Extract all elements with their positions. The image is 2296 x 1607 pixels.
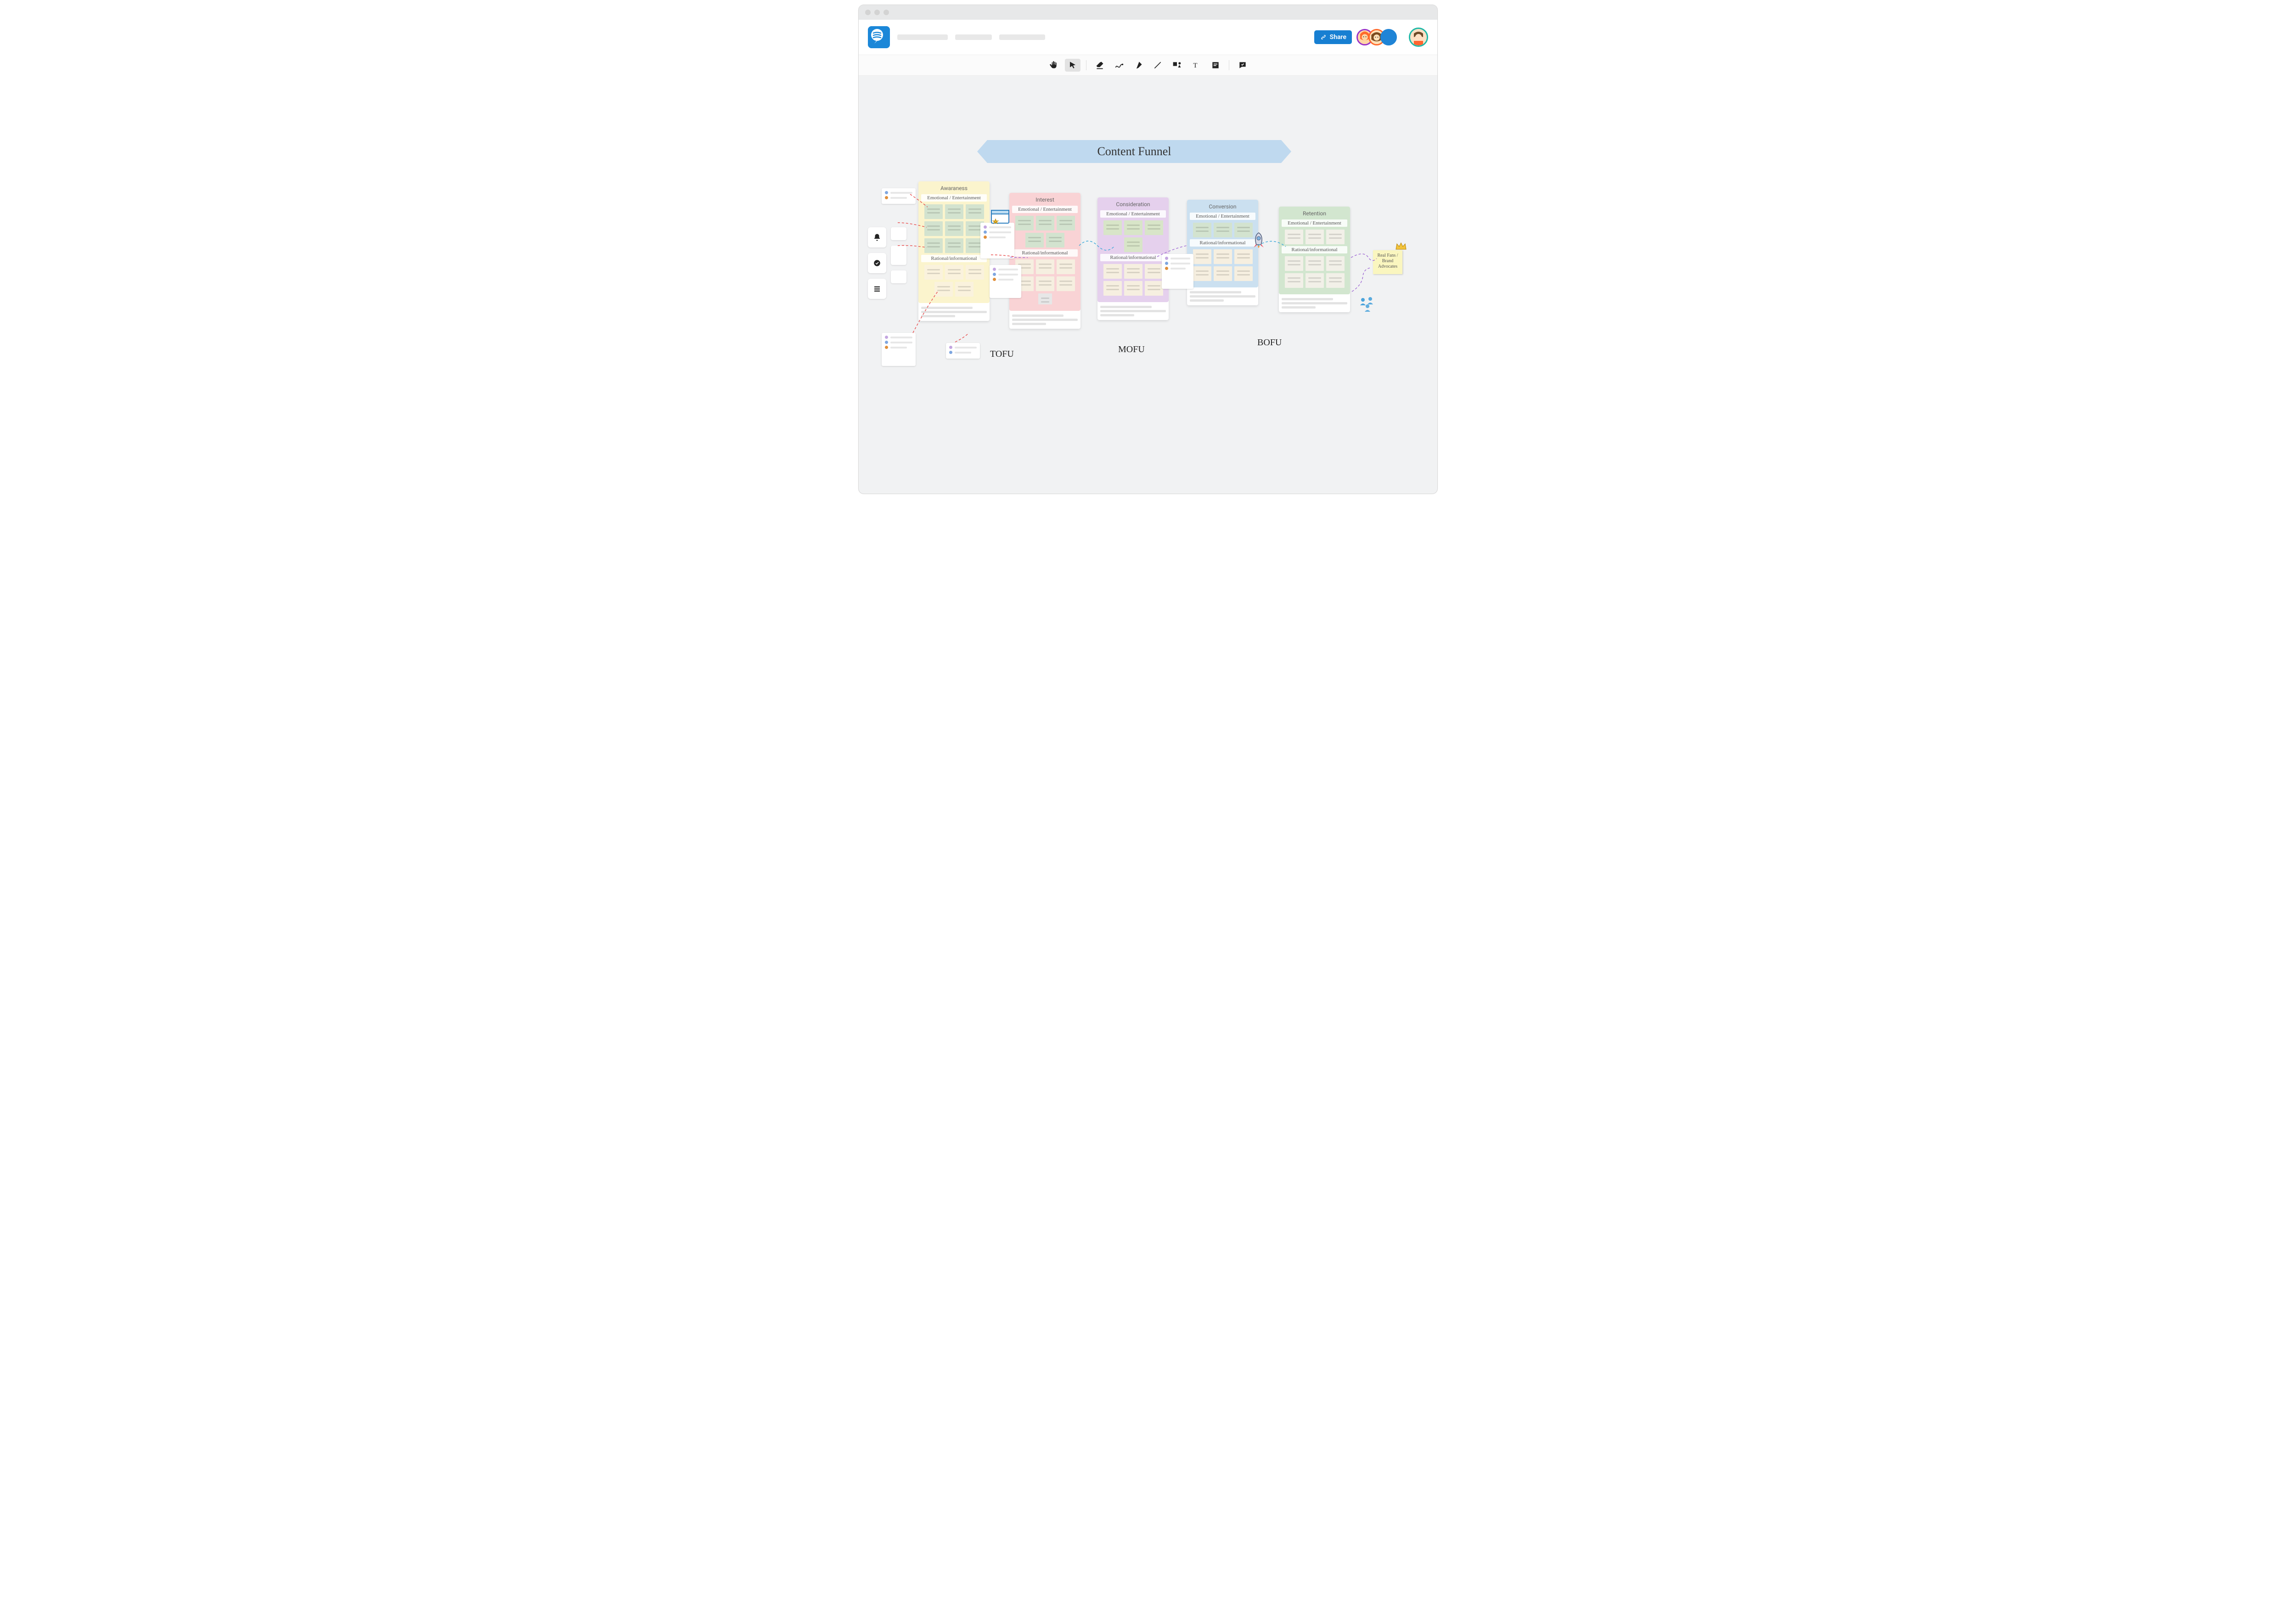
- breadcrumb-placeholder: [897, 34, 948, 40]
- tool-line[interactable]: [1150, 59, 1165, 72]
- link-icon: [1320, 34, 1327, 41]
- header-actions: Share: [1314, 28, 1428, 47]
- tool-text[interactable]: T: [1188, 59, 1204, 72]
- browser-titlebar: [859, 5, 1437, 20]
- share-button[interactable]: Share: [1314, 30, 1352, 44]
- tool-pen[interactable]: [1111, 59, 1127, 72]
- toolbar: T: [859, 55, 1437, 76]
- tool-eraser[interactable]: [1092, 59, 1108, 72]
- app-logo[interactable]: [868, 26, 890, 48]
- breadcrumb-placeholder: [955, 34, 992, 40]
- browser-window: Share T: [858, 5, 1438, 494]
- tool-select[interactable]: [1065, 59, 1080, 72]
- connectors: [859, 76, 1437, 466]
- avatar-me[interactable]: [1409, 28, 1428, 47]
- canvas[interactable]: Content Funnel Awaraness Emotional / Ent…: [859, 76, 1437, 494]
- avatar-more[interactable]: [1380, 29, 1397, 45]
- tool-comment[interactable]: [1235, 59, 1250, 72]
- svg-text:T: T: [1193, 62, 1197, 69]
- tool-marker[interactable]: [1131, 59, 1146, 72]
- tool-hand[interactable]: [1046, 59, 1061, 72]
- window-max-dot[interactable]: [884, 10, 889, 15]
- app-header: Share: [859, 20, 1437, 55]
- collaborator-avatars: [1356, 29, 1397, 45]
- tool-note[interactable]: [1208, 59, 1223, 72]
- tool-shapes[interactable]: [1169, 59, 1185, 72]
- breadcrumb-placeholder: [999, 34, 1045, 40]
- share-button-label: Share: [1330, 34, 1346, 41]
- window-close-dot[interactable]: [865, 10, 871, 15]
- window-min-dot[interactable]: [874, 10, 880, 15]
